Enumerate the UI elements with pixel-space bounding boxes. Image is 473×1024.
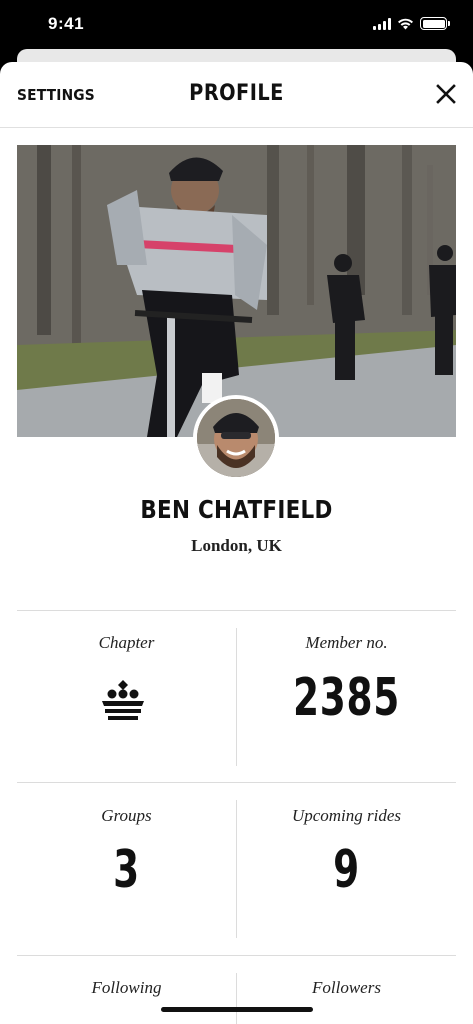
upcoming-rides-label: Upcoming rides <box>291 806 402 825</box>
battery-icon <box>420 17 450 30</box>
groups-label: Groups <box>101 806 152 825</box>
crown-icon[interactable] <box>100 677 146 723</box>
profile-name: BEN CHATFIELD <box>140 495 333 524</box>
profile-location: London, UK <box>191 536 282 555</box>
member-number: 2385 <box>292 668 401 728</box>
close-icon[interactable] <box>434 82 458 106</box>
cover-photo <box>17 145 456 437</box>
status-bar: 9:41 <box>0 0 473 48</box>
avatar[interactable] <box>193 395 279 481</box>
profile-sheet: SETTINGS PROFILE BEN CHATFIELD London, U… <box>0 62 473 1024</box>
following-label[interactable]: Following <box>17 978 236 998</box>
nav-bar: SETTINGS PROFILE <box>0 62 473 128</box>
divider <box>17 610 456 611</box>
cellular-signal-icon <box>373 17 391 30</box>
divider <box>17 782 456 783</box>
upcoming-rides-count[interactable]: 9 <box>268 840 426 900</box>
page-title: PROFILE <box>189 81 284 106</box>
status-time: 9:41 <box>48 14 85 33</box>
home-indicator[interactable] <box>161 1007 313 1012</box>
status-icons <box>373 17 450 30</box>
member-label: Member no. <box>305 633 388 652</box>
groups-count[interactable]: 3 <box>48 840 206 900</box>
chapter-label: Chapter <box>98 633 155 652</box>
wifi-icon <box>398 18 413 29</box>
followers-label[interactable]: Followers <box>237 978 456 998</box>
divider <box>17 955 456 956</box>
